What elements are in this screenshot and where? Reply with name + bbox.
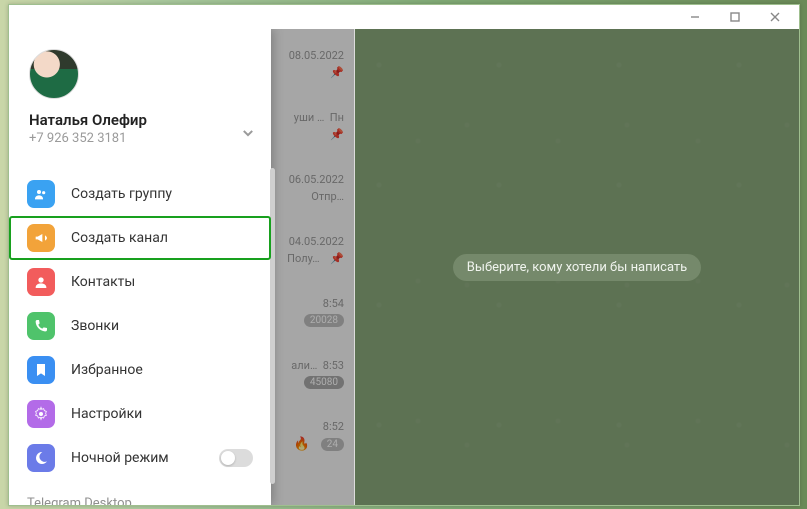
avatar [29, 49, 79, 99]
menu-item-new-channel[interactable]: Создать канал [9, 216, 271, 260]
menu-item-new-group[interactable]: Создать группу [9, 172, 271, 216]
phone-icon [27, 312, 55, 340]
gear-icon [27, 400, 55, 428]
app-body: 08.05.2022 📌 уши … Пн 📌 06.05.2022 Отпр…… [9, 29, 799, 505]
megaphone-icon [27, 224, 55, 252]
empty-chat-hint: Выберите, кому хотели бы написать [453, 254, 701, 281]
moon-icon [27, 444, 55, 472]
menu-label: Настройки [71, 406, 142, 422]
menu-label: Ночной режим [71, 450, 169, 466]
app-name: Telegram Desktop [27, 494, 253, 505]
bookmark-icon [27, 356, 55, 384]
user-phone: +7 926 352 3181 [29, 131, 251, 146]
menu-item-calls[interactable]: Звонки [9, 304, 271, 348]
chat-area: Выберите, кому хотели бы написать [355, 29, 799, 505]
menu-item-settings[interactable]: Настройки [9, 392, 271, 436]
night-mode-toggle[interactable] [219, 449, 253, 467]
menu-item-contacts[interactable]: Контакты [9, 260, 271, 304]
chevron-down-icon[interactable] [241, 125, 255, 144]
profile-block[interactable]: Наталья Олефир +7 926 352 3181 [9, 29, 271, 154]
menu-list: Создать группу Создать канал Контакты [9, 168, 271, 484]
menu-label: Избранное [71, 362, 143, 378]
app-window: 08.05.2022 📌 уши … Пн 📌 06.05.2022 Отпр…… [8, 4, 800, 506]
main-menu-sidebar: Наталья Олефир +7 926 352 3181 Создать г… [9, 29, 271, 505]
group-icon [27, 180, 55, 208]
menu-label: Звонки [71, 318, 119, 334]
window-titlebar [9, 5, 799, 29]
maximize-button[interactable] [715, 5, 755, 29]
user-name: Наталья Олефир [29, 111, 251, 129]
menu-label: Контакты [71, 274, 135, 290]
chat-list: 08.05.2022 📌 уши … Пн 📌 06.05.2022 Отпр…… [269, 29, 355, 505]
sidebar-footer: Telegram Desktop Версия 3.7.3 – О програ… [9, 484, 271, 505]
minimize-button[interactable] [675, 5, 715, 29]
menu-label: Создать группу [71, 186, 172, 202]
person-icon [27, 268, 55, 296]
close-button[interactable] [755, 5, 795, 29]
menu-item-night-mode[interactable]: Ночной режим [9, 436, 271, 480]
menu-label: Создать канал [71, 230, 168, 246]
menu-item-saved[interactable]: Избранное [9, 348, 271, 392]
